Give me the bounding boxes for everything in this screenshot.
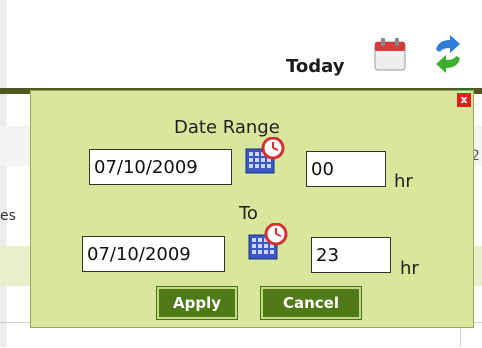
to-label: To [239, 203, 258, 224]
apply-button[interactable]: Apply [157, 287, 237, 319]
cancel-button[interactable]: Cancel [261, 287, 361, 319]
header-bar [0, 0, 482, 90]
end-hour-unit: hr [400, 258, 419, 279]
calendar-icon[interactable] [372, 34, 408, 74]
date-range-label: Date Range [174, 117, 280, 138]
start-date-input[interactable] [89, 149, 232, 185]
today-label[interactable]: Today [286, 56, 344, 77]
calendar-clock-icon[interactable] [244, 136, 286, 177]
start-hour-input[interactable] [306, 151, 386, 187]
background-text-fragment: es [0, 208, 16, 224]
start-hour-unit: hr [394, 171, 413, 192]
close-button[interactable]: x [457, 93, 471, 107]
end-date-input[interactable] [82, 236, 225, 272]
refresh-icon[interactable] [430, 34, 466, 74]
end-hour-input[interactable] [311, 237, 391, 273]
calendar-clock-icon[interactable] [247, 222, 289, 263]
date-range-popup: x Date Range hr To [30, 90, 474, 328]
left-border [0, 0, 7, 347]
